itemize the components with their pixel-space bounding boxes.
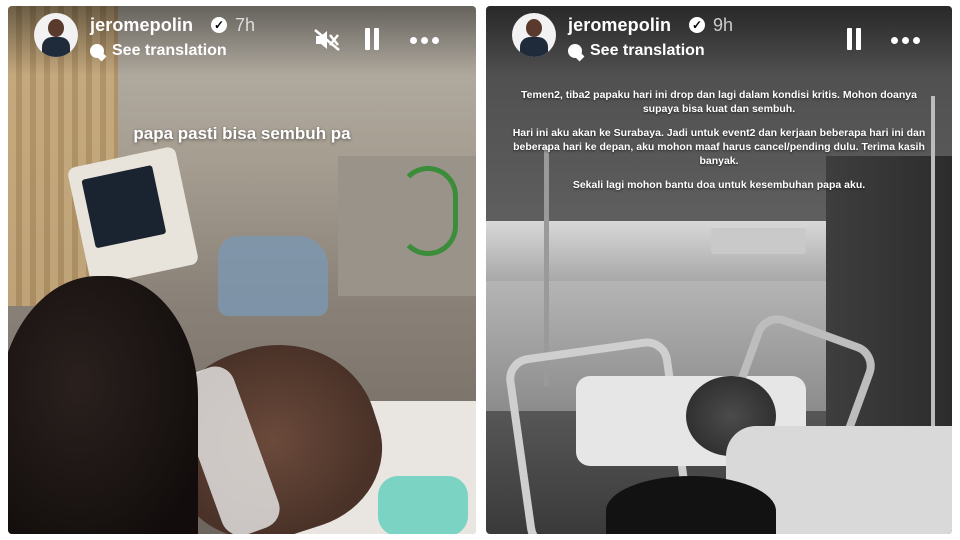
story-caption: papa pasti bisa sembuh pa (133, 124, 351, 143)
avatar-suit (520, 37, 548, 57)
avatar[interactable] (34, 13, 78, 57)
story-photo (486, 6, 952, 534)
more-icon[interactable] (410, 37, 440, 45)
blue-bag (218, 236, 328, 316)
caption-paragraph: Temen2, tiba2 papaku hari ini drop dan l… (521, 89, 917, 115)
muted-speaker-icon[interactable] (314, 28, 340, 52)
story-panel-right[interactable]: jeromepolin ✓ 9h See translation Temen2,… (486, 6, 952, 534)
avatar[interactable] (512, 13, 556, 57)
see-translation-label: See translation (590, 42, 705, 59)
username[interactable]: jeromepolin (90, 15, 193, 36)
see-translation-button[interactable]: See translation (568, 41, 705, 61)
socket-panel (711, 228, 806, 254)
story-timestamp: 7h (235, 15, 256, 35)
oxygen-tube (398, 166, 458, 256)
avatar-suit (42, 37, 70, 57)
pause-icon[interactable] (846, 28, 862, 50)
verified-badge-icon: ✓ (689, 17, 705, 33)
chat-bubble-icon (90, 44, 104, 58)
visitor-head (8, 276, 198, 534)
patient-monitor (66, 145, 200, 287)
more-icon[interactable] (891, 37, 921, 45)
chat-bubble-icon (568, 44, 582, 58)
see-translation-label: See translation (112, 42, 227, 59)
pause-icon[interactable] (364, 28, 380, 50)
avatar-face (526, 19, 542, 37)
story-caption: Temen2, tiba2 papaku hari ini drop dan l… (506, 88, 932, 202)
see-translation-button[interactable]: See translation (90, 41, 227, 61)
verified-badge-icon: ✓ (211, 17, 227, 33)
caption-paragraph: Sekali lagi mohon bantu doa untuk kesemb… (572, 179, 866, 191)
avatar-face (48, 19, 64, 37)
respirator-device (378, 476, 468, 534)
story-panel-left[interactable]: jeromepolin ✓ 7h See translation papa pa… (8, 6, 476, 534)
monitor-screen (81, 164, 167, 249)
username[interactable]: jeromepolin (568, 15, 671, 36)
story-photo (8, 6, 476, 534)
story-timestamp: 9h (713, 15, 734, 35)
caption-paragraph: Hari ini aku akan ke Surabaya. Jadi untu… (512, 127, 926, 167)
